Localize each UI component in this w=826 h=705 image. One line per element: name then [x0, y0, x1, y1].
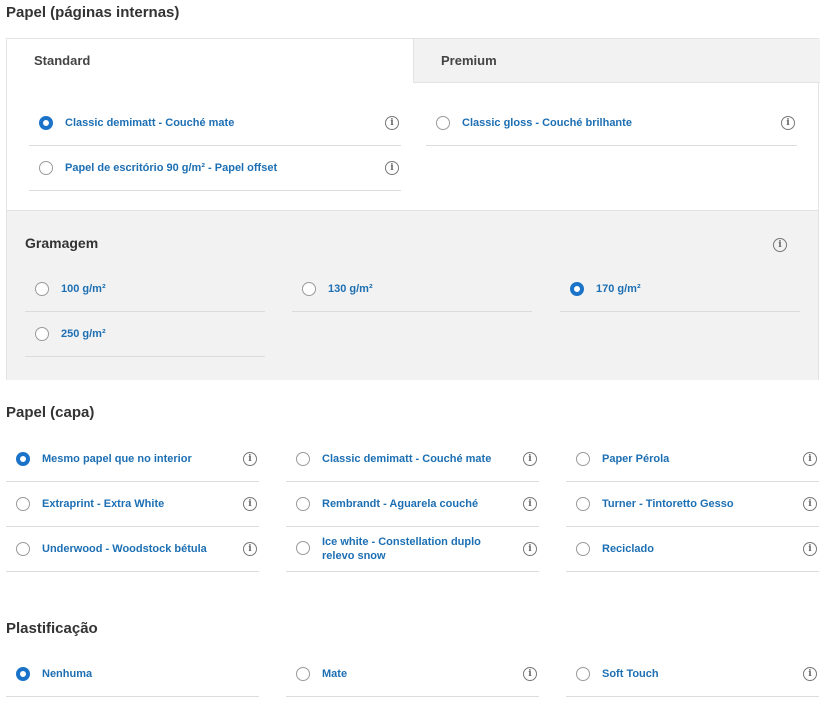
radio-selected[interactable] — [16, 452, 30, 466]
option-cover-reciclado[interactable]: Reciclado i — [566, 527, 819, 572]
radio-unselected[interactable] — [576, 667, 590, 681]
option-cover-rembrandt[interactable]: Rembrandt - Aguarela couché i — [286, 482, 539, 527]
option-cover-ice-white[interactable]: Ice white - Constellation duplo relevo s… — [286, 527, 539, 572]
info-icon[interactable]: i — [803, 542, 817, 556]
radio-selected[interactable] — [39, 116, 53, 130]
radio-unselected[interactable] — [296, 497, 310, 511]
info-icon[interactable]: i — [803, 667, 817, 681]
option-cover-paper-perola[interactable]: Paper Pérola i — [566, 437, 819, 482]
option-cover-classic-demimatt[interactable]: Classic demimatt - Couché mate i — [286, 437, 539, 482]
radio-selected[interactable] — [16, 667, 30, 681]
option-cover-underwood[interactable]: Underwood - Woodstock bétula i — [6, 527, 259, 572]
cover-paper-title: Papel (capa) — [6, 404, 95, 421]
info-icon[interactable]: i — [803, 452, 817, 466]
option-lamination-mate[interactable]: Mate i — [286, 652, 539, 697]
option-cover-turner[interactable]: Turner - Tintoretto Gesso i — [566, 482, 819, 527]
option-gramagem-170[interactable]: 170 g/m² — [560, 267, 800, 312]
info-icon[interactable]: i — [243, 452, 257, 466]
tab-standard[interactable]: Standard — [7, 39, 413, 83]
option-lamination-nenhuma[interactable]: Nenhuma — [6, 652, 259, 697]
option-gramagem-130[interactable]: 130 g/m² — [292, 267, 532, 312]
interior-paper-panel: Standard Premium Classic demimatt - Couc… — [6, 38, 820, 380]
info-icon[interactable]: i — [385, 116, 399, 130]
interior-paper-title: Papel (páginas internas) — [6, 4, 180, 21]
info-icon[interactable]: i — [523, 452, 537, 466]
info-icon[interactable]: i — [781, 116, 795, 130]
lamination-title: Plastificação — [6, 620, 98, 637]
radio-unselected[interactable] — [39, 161, 53, 175]
info-icon[interactable]: i — [243, 497, 257, 511]
radio-unselected[interactable] — [35, 327, 49, 341]
info-icon[interactable]: i — [773, 238, 787, 252]
radio-unselected[interactable] — [16, 497, 30, 511]
gramagem-title: Gramagem — [25, 235, 99, 251]
info-icon[interactable]: i — [803, 497, 817, 511]
radio-unselected[interactable] — [576, 452, 590, 466]
radio-unselected[interactable] — [35, 282, 49, 296]
option-cover-extraprint[interactable]: Extraprint - Extra White i — [6, 482, 259, 527]
info-icon[interactable]: i — [523, 542, 537, 556]
radio-unselected[interactable] — [302, 282, 316, 296]
option-gramagem-250[interactable]: 250 g/m² — [25, 312, 265, 357]
radio-unselected[interactable] — [16, 542, 30, 556]
option-gramagem-100[interactable]: 100 g/m² — [25, 267, 265, 312]
option-classic-demimatt[interactable]: Classic demimatt - Couché mate i — [29, 101, 401, 146]
radio-unselected[interactable] — [296, 667, 310, 681]
option-lamination-soft-touch[interactable]: Soft Touch i — [566, 652, 819, 697]
radio-unselected[interactable] — [296, 452, 310, 466]
radio-unselected[interactable] — [296, 541, 310, 555]
info-icon[interactable]: i — [243, 542, 257, 556]
info-icon[interactable]: i — [523, 497, 537, 511]
option-cover-mesmo-papel[interactable]: Mesmo papel que no interior i — [6, 437, 259, 482]
tab-premium[interactable]: Premium — [413, 39, 820, 83]
radio-selected[interactable] — [570, 282, 584, 296]
gramagem-panel: Gramagem i 100 g/m² 130 g/m² 170 g/m² 25… — [7, 210, 818, 380]
info-icon[interactable]: i — [523, 667, 537, 681]
radio-unselected[interactable] — [436, 116, 450, 130]
info-icon[interactable]: i — [385, 161, 399, 175]
radio-unselected[interactable] — [576, 542, 590, 556]
radio-unselected[interactable] — [576, 497, 590, 511]
option-classic-gloss[interactable]: Classic gloss - Couché brilhante i — [426, 101, 797, 146]
option-papel-escritorio[interactable]: Papel de escritório 90 g/m² - Papel offs… — [29, 146, 401, 191]
